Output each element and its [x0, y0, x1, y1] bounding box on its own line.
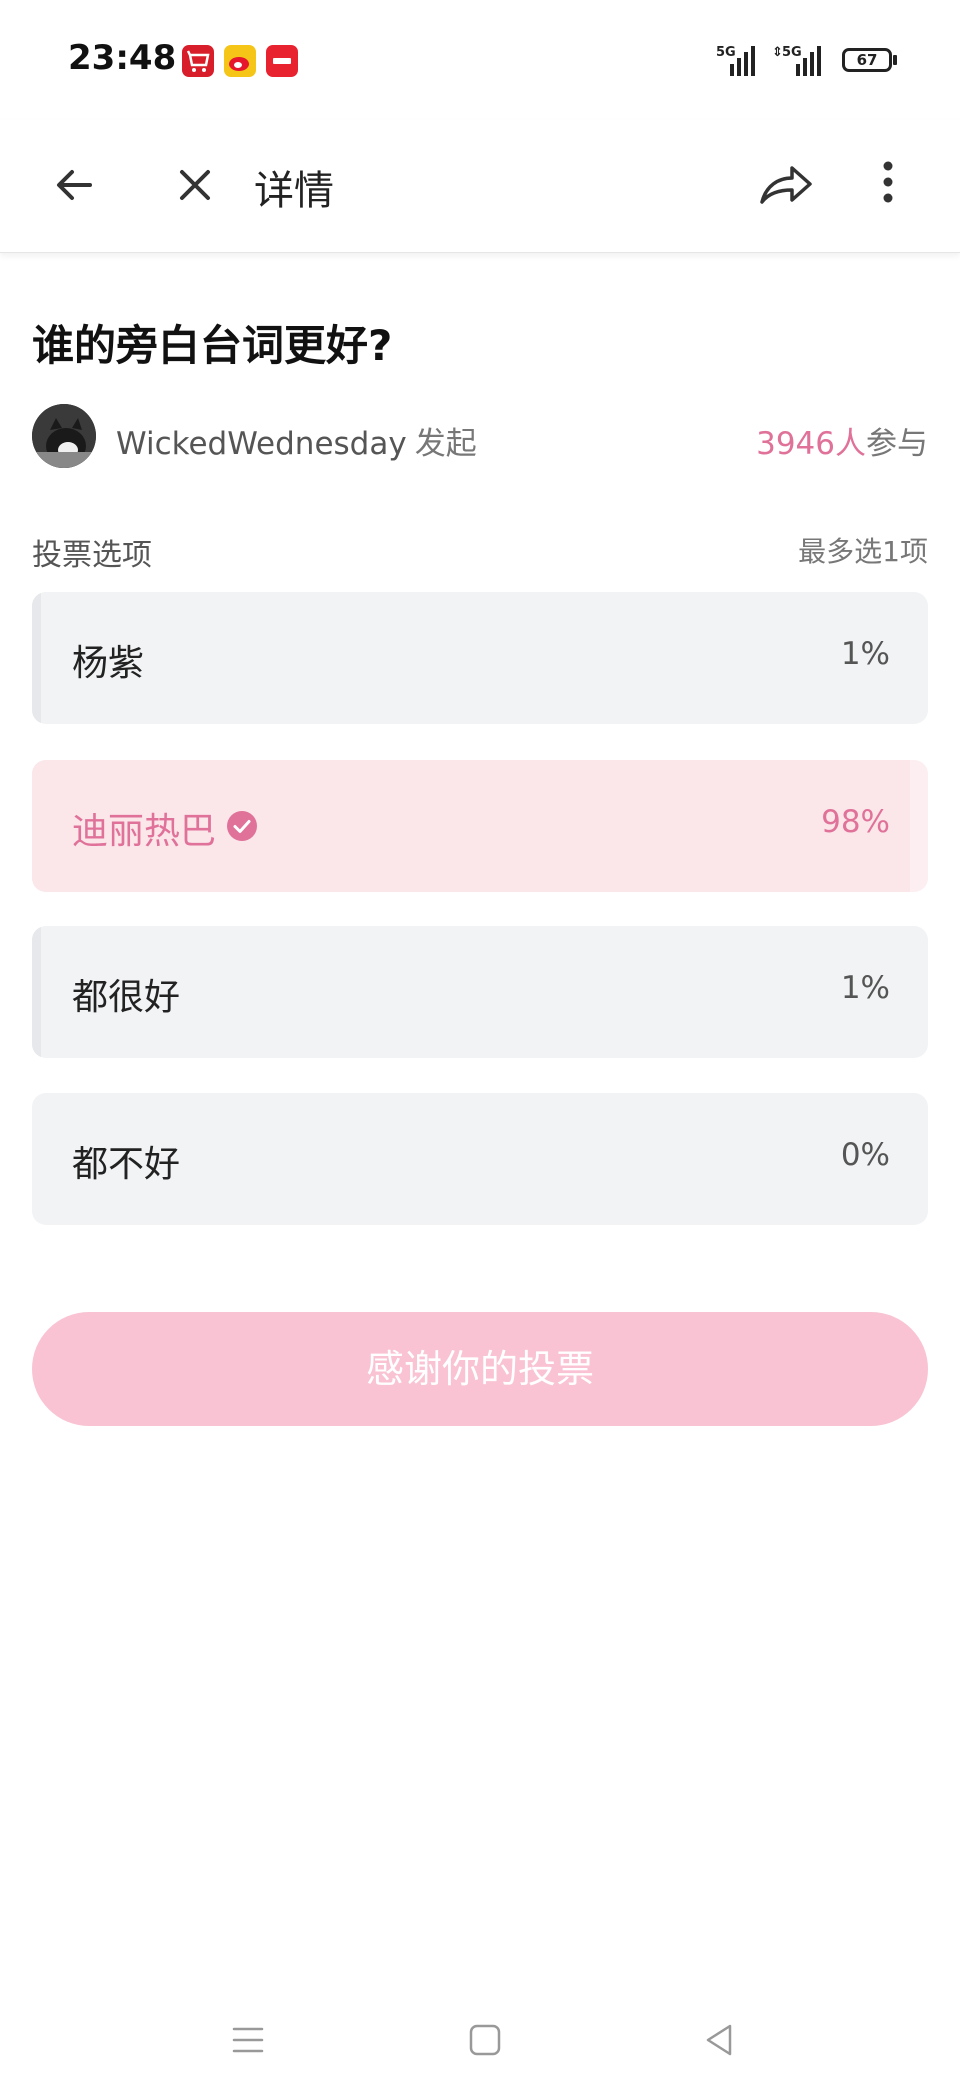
weibo-app-icon	[224, 45, 256, 77]
svg-text:5G: 5G	[716, 45, 736, 60]
option-result-bar	[32, 926, 41, 1058]
option-percent: 98%	[821, 804, 890, 840]
system-nav-bar	[0, 2010, 960, 2080]
signal-5g-icon-2: ⇕ 5G	[772, 42, 826, 82]
back-arrow-icon[interactable]	[50, 160, 100, 214]
poll-title: 谁的旁白台词更好?	[32, 321, 393, 370]
author-verb: 发起	[414, 426, 477, 462]
status-time: 23:48	[68, 38, 177, 78]
more-options-icon[interactable]	[878, 158, 898, 218]
option-result-bar	[32, 592, 41, 724]
back-triangle-icon[interactable]	[700, 2020, 740, 2064]
menu-icon[interactable]	[228, 2020, 268, 2064]
poll-option-4[interactable]: 都不好 0%	[32, 1093, 928, 1225]
page-title: 详情	[254, 168, 334, 214]
option-label: 都不好	[72, 1144, 181, 1185]
check-circle-icon	[226, 810, 258, 851]
xiaohongshu-app-icon	[266, 45, 298, 77]
poll-option-2[interactable]: 迪丽热巴 98%	[32, 760, 928, 892]
status-bar: 23:48 5G ⇕ 5G 67	[0, 0, 960, 120]
close-icon[interactable]	[170, 160, 220, 214]
share-icon[interactable]	[756, 156, 816, 216]
avatar[interactable]	[32, 404, 96, 468]
option-percent: 0%	[840, 1137, 890, 1173]
vote-thanks-button[interactable]: 感谢你的投票	[32, 1312, 928, 1426]
poll-option-3[interactable]: 都很好 1%	[32, 926, 928, 1058]
battery-tip	[893, 55, 897, 65]
author-name[interactable]: WickedWednesday	[116, 426, 407, 462]
svg-text:5G: 5G	[782, 45, 802, 60]
home-square-icon[interactable]	[465, 2020, 505, 2064]
participant-number: 3946人	[756, 426, 866, 462]
option-label: 都很好	[72, 977, 181, 1018]
battery-icon: 67	[842, 48, 892, 72]
poll-option-1[interactable]: 杨紫 1%	[32, 592, 928, 724]
option-label: 迪丽热巴	[72, 811, 217, 852]
poll-author: WickedWednesday 发起	[116, 418, 477, 463]
option-label-wrap: 迪丽热巴	[72, 802, 258, 854]
option-label: 杨紫	[72, 643, 145, 684]
options-limit-hint: 最多选1项	[798, 535, 928, 568]
options-section-label: 投票选项	[32, 538, 152, 573]
participant-count: 3946人参与	[756, 418, 928, 463]
top-nav-bar: 详情	[0, 120, 960, 253]
shopping-app-icon	[182, 45, 214, 77]
option-percent: 1%	[840, 970, 890, 1006]
signal-5g-icon: 5G	[716, 42, 760, 82]
participant-suffix: 参与	[866, 426, 928, 462]
option-percent: 1%	[840, 636, 890, 672]
